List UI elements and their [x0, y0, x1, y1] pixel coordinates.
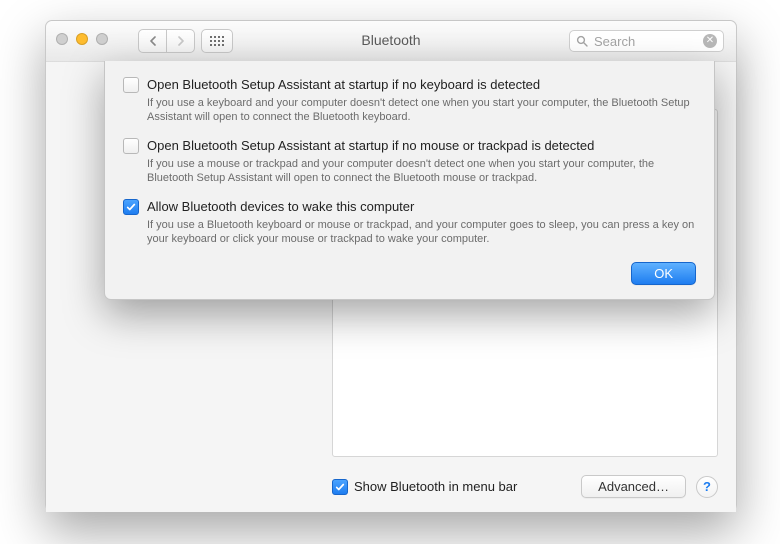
- titlebar: Bluetooth Search ✕: [46, 21, 736, 62]
- ok-button[interactable]: OK: [631, 262, 696, 285]
- help-button[interactable]: ?: [696, 476, 718, 498]
- sheet-option-label: Open Bluetooth Setup Assistant at startu…: [147, 138, 696, 154]
- menubar-checkbox[interactable]: [332, 479, 348, 495]
- sheet-option-label: Open Bluetooth Setup Assistant at startu…: [147, 77, 696, 93]
- sheet-option-description: If you use a mouse or trackpad and your …: [147, 157, 696, 185]
- sheet-option-1: Open Bluetooth Setup Assistant at startu…: [123, 138, 696, 195]
- sheet-option-description: If you use a Bluetooth keyboard or mouse…: [147, 218, 696, 246]
- sheet-option-label: Allow Bluetooth devices to wake this com…: [147, 199, 696, 215]
- sheet-footer: OK: [123, 262, 696, 285]
- menubar-checkbox-row[interactable]: Show Bluetooth in menu bar: [332, 479, 517, 495]
- sheet-option-0: Open Bluetooth Setup Assistant at startu…: [123, 77, 696, 134]
- sheet-checkbox-0[interactable]: [123, 77, 139, 93]
- check-icon: [335, 482, 345, 492]
- search-placeholder: Search: [594, 34, 703, 49]
- menubar-checkbox-label: Show Bluetooth in menu bar: [354, 479, 517, 494]
- check-icon: [126, 202, 136, 212]
- search-icon: [576, 35, 588, 47]
- clear-search-icon[interactable]: ✕: [703, 34, 717, 48]
- advanced-button[interactable]: Advanced…: [581, 475, 686, 498]
- sheet-option-2: Allow Bluetooth devices to wake this com…: [123, 199, 696, 256]
- sheet-option-description: If you use a keyboard and your computer …: [147, 96, 696, 124]
- sheet-checkbox-1[interactable]: [123, 138, 139, 154]
- advanced-sheet: Open Bluetooth Setup Assistant at startu…: [104, 61, 715, 300]
- bottom-bar: Show Bluetooth in menu bar Advanced… ?: [46, 475, 736, 498]
- sheet-checkbox-2[interactable]: [123, 199, 139, 215]
- search-field[interactable]: Search ✕: [569, 30, 724, 52]
